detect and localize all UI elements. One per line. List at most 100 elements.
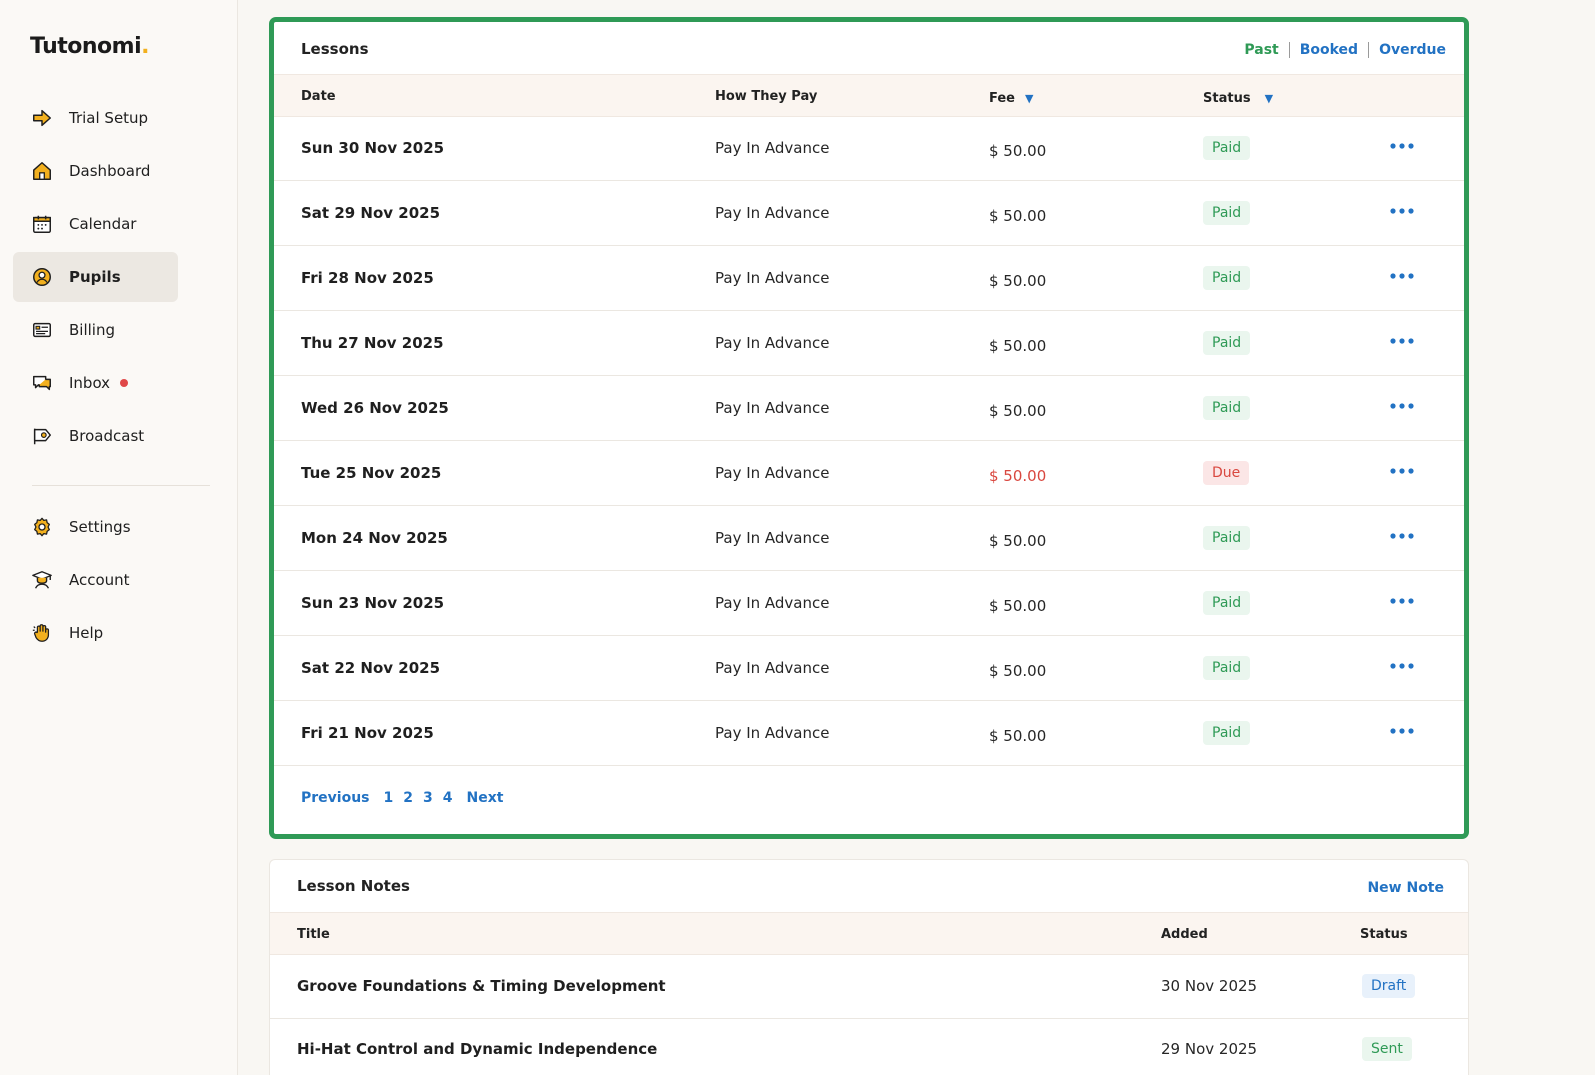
column-header-date[interactable]: Date bbox=[301, 89, 336, 104]
lesson-payment-method: Pay In Advance bbox=[715, 724, 830, 742]
more-options-icon[interactable] bbox=[1389, 397, 1415, 415]
lesson-payment-method: Pay In Advance bbox=[715, 529, 830, 547]
more-options-icon[interactable] bbox=[1389, 657, 1415, 675]
status-badge: Paid bbox=[1203, 526, 1251, 550]
column-header-status[interactable]: Status ▼ bbox=[1203, 91, 1273, 106]
sidebar-item-billing[interactable]: Billing bbox=[13, 305, 178, 355]
lesson-fee: $ 50.00 bbox=[989, 142, 1047, 160]
filter-separator bbox=[1368, 42, 1370, 58]
notes-table-header: Title Added Status bbox=[270, 912, 1468, 955]
more-options-icon[interactable] bbox=[1389, 202, 1415, 220]
table-row[interactable]: Fri 28 Nov 2025 Pay In Advance $ 50.00 Paid bbox=[274, 247, 1464, 311]
sidebar-item-pupils[interactable]: Pupils bbox=[13, 252, 178, 302]
lesson-fee: $ 50.00 bbox=[989, 727, 1047, 745]
status-badge: Paid bbox=[1203, 136, 1251, 160]
more-options-icon[interactable] bbox=[1389, 267, 1415, 285]
lesson-date: Sun 30 Nov 2025 bbox=[301, 139, 445, 157]
lesson-fee: $ 50.00 bbox=[989, 597, 1047, 615]
sidebar-item-label: Pupils bbox=[69, 268, 121, 286]
sidebar-item-label: Settings bbox=[69, 518, 131, 536]
filter-down-icon[interactable]: ▼ bbox=[1265, 92, 1273, 105]
more-options-icon[interactable] bbox=[1389, 722, 1415, 740]
status-badge: Paid bbox=[1203, 591, 1251, 615]
pagination-page-1[interactable]: 1 bbox=[384, 790, 394, 806]
pagination-previous[interactable]: Previous bbox=[301, 790, 370, 806]
status-badge: Paid bbox=[1203, 331, 1251, 355]
table-row[interactable]: Wed 26 Nov 2025 Pay In Advance $ 50.00 Paid bbox=[274, 377, 1464, 441]
lessons-title: Lessons bbox=[301, 40, 369, 58]
more-options-icon[interactable] bbox=[1389, 592, 1415, 610]
more-options-icon[interactable] bbox=[1389, 527, 1415, 545]
column-header-added[interactable]: Added bbox=[1161, 927, 1208, 942]
table-row[interactable]: Tue 25 Nov 2025 Pay In Advance $ 50.00 Due bbox=[274, 442, 1464, 506]
sidebar: Tutonomi. Trial Setup Dashboard Calendar… bbox=[0, 0, 238, 1075]
lessons-table-header: Date How They Pay Fee ▼ Status ▼ bbox=[274, 74, 1464, 117]
pagination-page-3[interactable]: 3 bbox=[423, 790, 433, 806]
column-header-title[interactable]: Title bbox=[297, 927, 330, 942]
column-header-note-status[interactable]: Status bbox=[1360, 927, 1408, 942]
note-added-date: 30 Nov 2025 bbox=[1161, 977, 1258, 995]
pagination: Previous 1 2 3 4 Next bbox=[301, 790, 503, 806]
lesson-filters: Past Booked Overdue bbox=[1244, 42, 1446, 58]
note-added-date: 29 Nov 2025 bbox=[1161, 1040, 1258, 1058]
sidebar-item-settings[interactable]: Settings bbox=[13, 502, 178, 552]
lesson-payment-method: Pay In Advance bbox=[715, 659, 830, 677]
lesson-date: Thu 27 Nov 2025 bbox=[301, 334, 444, 352]
table-row[interactable]: Sun 23 Nov 2025 Pay In Advance $ 50.00 Paid bbox=[274, 572, 1464, 636]
sidebar-item-label: Calendar bbox=[69, 215, 137, 233]
sidebar-divider bbox=[32, 485, 210, 486]
sidebar-item-calendar[interactable]: Calendar bbox=[13, 199, 178, 249]
lesson-payment-method: Pay In Advance bbox=[715, 204, 830, 222]
sidebar-item-label: Broadcast bbox=[69, 427, 145, 445]
new-note-link[interactable]: New Note bbox=[1367, 880, 1444, 896]
sidebar-item-help[interactable]: Help bbox=[13, 608, 178, 658]
lesson-payment-method: Pay In Advance bbox=[715, 269, 830, 287]
unread-indicator bbox=[120, 379, 129, 387]
lesson-date: Fri 21 Nov 2025 bbox=[301, 724, 434, 742]
filter-past-link[interactable]: Past bbox=[1244, 42, 1278, 58]
sidebar-item-broadcast[interactable]: Broadcast bbox=[13, 411, 178, 461]
column-header-fee[interactable]: Fee ▼ bbox=[989, 91, 1033, 106]
sidebar-item-label: Inbox bbox=[69, 374, 111, 392]
lesson-payment-method: Pay In Advance bbox=[715, 464, 830, 482]
table-row[interactable]: Groove Foundations & Timing Development 3… bbox=[270, 955, 1468, 1019]
notes-header: Lesson Notes bbox=[270, 860, 1468, 912]
more-options-icon[interactable] bbox=[1389, 137, 1415, 155]
more-options-icon[interactable] bbox=[1389, 462, 1415, 480]
table-row[interactable]: Fri 21 Nov 2025 Pay In Advance $ 50.00 Paid bbox=[274, 702, 1464, 766]
chat-icon bbox=[30, 371, 54, 395]
pagination-page-2[interactable]: 2 bbox=[403, 790, 413, 806]
sidebar-item-label: Billing bbox=[69, 321, 115, 339]
arrow-right-icon bbox=[30, 106, 54, 130]
sidebar-item-label: Help bbox=[69, 624, 104, 642]
wave-hand-icon bbox=[30, 621, 54, 645]
status-badge: Draft bbox=[1362, 974, 1416, 998]
lessons-card: Lessons Past Booked Overdue Date How The… bbox=[269, 17, 1469, 839]
table-row[interactable]: Hi-Hat Control and Dynamic Independence 2… bbox=[270, 1018, 1468, 1075]
pagination-next[interactable]: Next bbox=[467, 790, 504, 806]
sidebar-item-account[interactable]: Account bbox=[13, 555, 178, 605]
more-options-icon[interactable] bbox=[1389, 332, 1415, 350]
table-row[interactable]: Sun 30 Nov 2025 Pay In Advance $ 50.00 Paid bbox=[274, 117, 1464, 181]
app-logo[interactable]: Tutonomi. bbox=[30, 34, 149, 59]
filter-booked-link[interactable]: Booked bbox=[1300, 42, 1358, 58]
lesson-fee: $ 50.00 bbox=[989, 402, 1047, 420]
table-row[interactable]: Thu 27 Nov 2025 Pay In Advance $ 50.00 Paid bbox=[274, 312, 1464, 376]
table-row[interactable]: Sat 29 Nov 2025 Pay In Advance $ 50.00 Paid bbox=[274, 182, 1464, 246]
lesson-fee: $ 50.00 bbox=[989, 337, 1047, 355]
status-badge: Sent bbox=[1362, 1037, 1412, 1061]
sidebar-item-dashboard[interactable]: Dashboard bbox=[13, 146, 178, 196]
sort-down-icon[interactable]: ▼ bbox=[1025, 92, 1033, 105]
sidebar-item-label: Trial Setup bbox=[69, 109, 149, 127]
column-header-how-they-pay[interactable]: How They Pay bbox=[715, 89, 817, 104]
sidebar-item-inbox[interactable]: Inbox bbox=[13, 358, 178, 408]
lesson-payment-method: Pay In Advance bbox=[715, 139, 830, 157]
filter-overdue-link[interactable]: Overdue bbox=[1379, 42, 1446, 58]
status-badge: Paid bbox=[1203, 721, 1251, 745]
lesson-payment-method: Pay In Advance bbox=[715, 334, 830, 352]
pagination-page-4[interactable]: 4 bbox=[443, 790, 453, 806]
sidebar-item-trial-setup[interactable]: Trial Setup bbox=[13, 93, 178, 143]
table-row[interactable]: Sat 22 Nov 2025 Pay In Advance $ 50.00 Paid bbox=[274, 637, 1464, 701]
notes-title: Lesson Notes bbox=[297, 877, 410, 895]
table-row[interactable]: Mon 24 Nov 2025 Pay In Advance $ 50.00 Paid bbox=[274, 507, 1464, 571]
